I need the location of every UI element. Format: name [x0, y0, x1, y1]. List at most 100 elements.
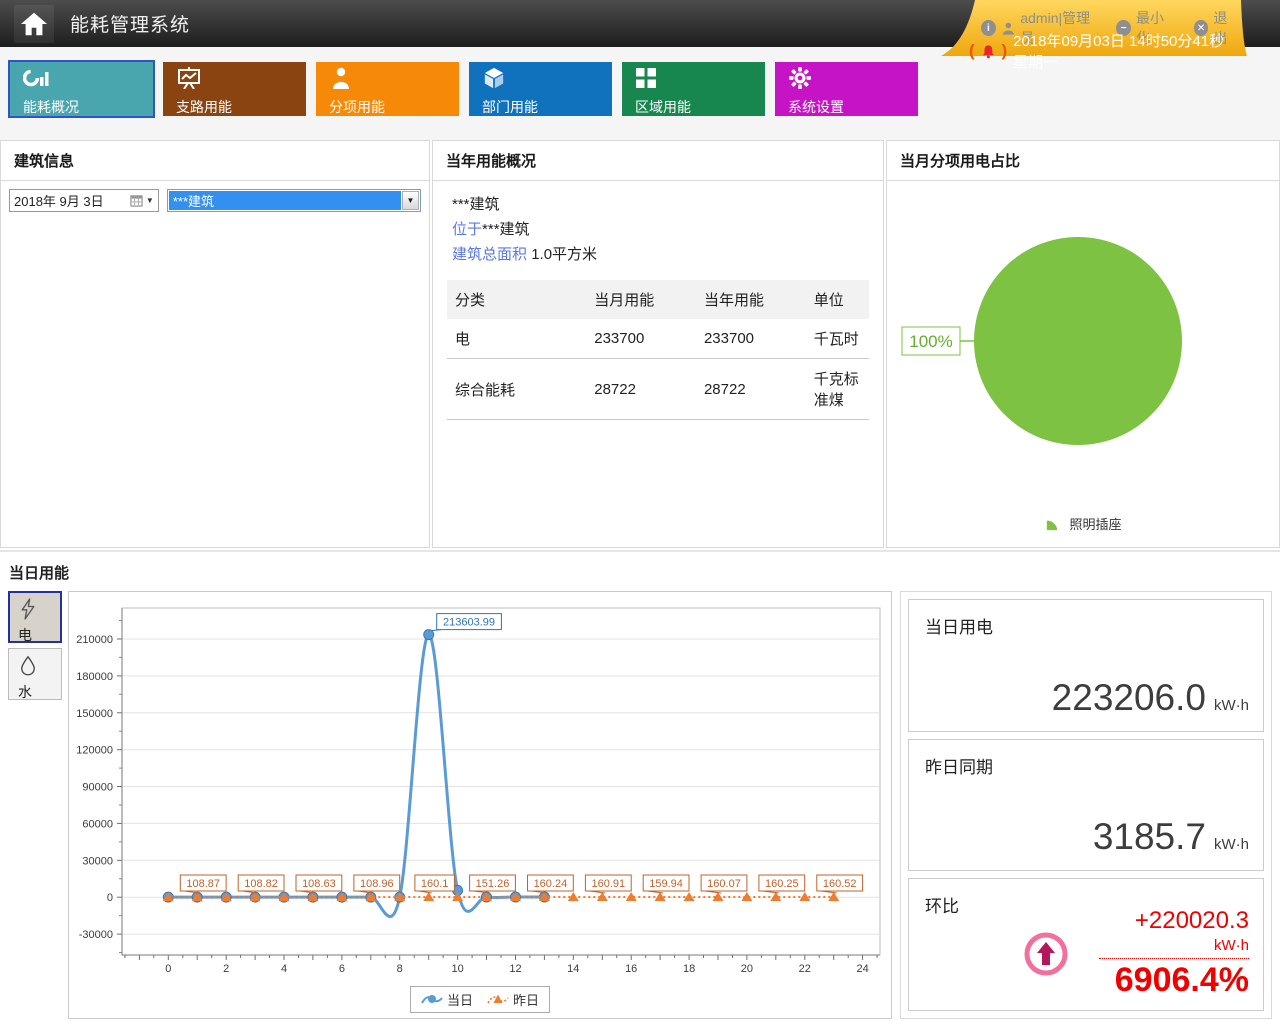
nav-tile-label: 系统设置	[788, 97, 918, 117]
ratio-percent-value: 6906.4%	[1099, 961, 1249, 1000]
presentation-chart-icon	[176, 67, 202, 89]
stat-unit: kW·h	[1214, 836, 1249, 853]
data-label: 160.91	[591, 878, 625, 890]
legend-item-today[interactable]: 当日	[421, 990, 473, 1009]
date-picker-dropdown-icon[interactable]: ▼	[146, 196, 154, 205]
nav-tile-subitem-energy[interactable]: 分项用能	[316, 62, 459, 116]
ratio-divider	[1099, 958, 1249, 959]
y-tick-label: 30000	[82, 855, 113, 867]
building-select[interactable]: ***建筑 ▼	[167, 189, 421, 212]
x-tick-label: 10	[451, 963, 463, 975]
cell-month-value: 28722	[586, 359, 696, 420]
y-tick-label: 210000	[76, 634, 113, 646]
donut-chart-icon	[23, 67, 49, 89]
date-picker[interactable]: 2018年 9月 3日 ▼	[9, 189, 159, 212]
stat-card-ratio: 环比 +220020.3 kW·h 6906.4%	[908, 878, 1264, 1011]
x-tick-label: 14	[567, 963, 579, 975]
alarm-bell-icon[interactable]	[981, 43, 996, 60]
x-tick-label: 22	[799, 963, 811, 975]
stat-value: 3185.7	[1093, 816, 1206, 858]
page-title: 能耗管理系统	[70, 10, 190, 37]
nav-tile-system-settings[interactable]: 系统设置	[775, 62, 918, 116]
y-tick-label: 150000	[76, 708, 113, 720]
data-label: 108.63	[302, 878, 336, 890]
area-value: 1.0平方米	[531, 246, 597, 263]
home-icon[interactable]	[14, 5, 54, 43]
nav-tile-label: 支路用能	[176, 97, 306, 117]
stat-card-today-electricity: 当日用电 223206.0 kW·h	[908, 599, 1264, 732]
data-label: 160.1	[421, 878, 449, 890]
nav-tile-area-energy[interactable]: 区域用能	[622, 62, 765, 116]
date-picker-value: 2018年 9月 3日	[14, 191, 130, 210]
pie-slice-lighting	[974, 237, 1182, 445]
daily-stats-panel: 当日用电 223206.0 kW·h 昨日同期 3185.7 kW·h 环比	[900, 591, 1272, 1019]
y-tick-label: 60000	[82, 818, 113, 830]
table-header-row: 分类 当月用能 当年用能 单位	[447, 280, 869, 319]
stat-title: 当日用电	[909, 600, 1263, 638]
nav-tile-branch-energy[interactable]: 支路用能	[163, 62, 306, 116]
up-arrow-icon	[1021, 929, 1071, 979]
today-series-icon	[421, 993, 443, 1006]
data-label: 160.07	[707, 878, 741, 890]
x-tick-label: 4	[281, 963, 287, 975]
tab-water[interactable]: 水	[8, 648, 62, 700]
nav-tile-energy-overview[interactable]: 能耗概况	[10, 62, 153, 116]
data-label: 213603.99	[443, 617, 495, 629]
data-label: 151.26	[476, 878, 510, 890]
table-row: 综合能耗 28722 28722 千克标准煤	[447, 359, 869, 420]
top-bar: 能耗管理系统 i admin|管理员 − 最小化 ✕ 退出 (	[0, 0, 1280, 47]
y-tick-label: 90000	[82, 782, 113, 794]
alarm-paren-left: (	[969, 41, 975, 61]
data-label: 160.24	[534, 878, 568, 890]
cell-unit: 千瓦时	[806, 319, 869, 359]
located-label: 位于	[452, 221, 482, 238]
y-tick-label: 180000	[76, 671, 113, 683]
cell-category: 综合能耗	[447, 359, 586, 420]
col-header-month: 当月用能	[586, 280, 696, 319]
nav-tile-label: 部门用能	[482, 97, 612, 117]
area-label: 建筑总面积	[452, 246, 527, 263]
pie-legend[interactable]: 照明插座	[887, 514, 1279, 533]
pie-panel-title: 当月分项用电占比	[887, 141, 1279, 180]
data-label: 159.94	[649, 878, 683, 890]
daily-usage-chart: -300000300006000090000120000150000180000…	[69, 592, 891, 984]
pie-legend-label: 照明插座	[1069, 514, 1121, 533]
chart-legend: 当日 昨日	[410, 986, 550, 1013]
stat-unit: kW·h	[1214, 697, 1249, 714]
year-usage-table: 分类 当月用能 当年用能 单位 电 233700 233700 千瓦时 综合能耗	[447, 280, 869, 420]
building-info-panel: 建筑信息 2018年 9月 3日 ▼ ***建筑 ▼	[0, 140, 430, 548]
cell-year-value: 233700	[696, 319, 806, 359]
legend-today-label: 当日	[447, 990, 473, 1009]
pie-chart: 100%	[887, 181, 1279, 511]
legend-item-yesterday[interactable]: 昨日	[487, 990, 539, 1009]
stat-value: 223206.0	[1052, 677, 1206, 719]
daily-usage-section: 当日用能 电 水 -300000300006000090000120000150…	[0, 550, 1280, 1024]
water-drop-icon	[18, 654, 38, 678]
legend-yesterday-label: 昨日	[513, 990, 539, 1009]
data-label: 160.52	[823, 878, 857, 890]
gear-icon	[788, 67, 812, 89]
nav-tile-department-energy[interactable]: 部门用能	[469, 62, 612, 116]
plot-area	[122, 608, 880, 955]
datetime-label: 2018年09月03日 14时50分41秒 星期一	[1013, 30, 1239, 72]
y-tick-label: 120000	[76, 745, 113, 757]
daily-usage-title: 当日用能	[0, 552, 1280, 591]
building-select-value: ***建筑	[169, 191, 401, 210]
x-tick-label: 16	[625, 963, 637, 975]
alarm-paren-right: )	[1001, 41, 1007, 61]
grid-icon	[635, 67, 657, 89]
building-select-dropdown-icon[interactable]: ▼	[402, 191, 419, 210]
tab-electricity[interactable]: 电	[8, 591, 62, 643]
located-value: ***建筑	[482, 221, 530, 238]
ribbon-datetime-row: ( ) 2018年09月03日 14时50分41秒 星期一	[969, 30, 1239, 72]
cell-month-value: 233700	[586, 319, 696, 359]
data-label: 108.96	[360, 878, 394, 890]
x-tick-label: 0	[165, 963, 171, 975]
data-label: 108.87	[186, 878, 220, 890]
x-tick-label: 24	[856, 963, 868, 975]
x-tick-label: 6	[339, 963, 345, 975]
lightning-icon	[18, 597, 38, 621]
x-tick-label: 8	[397, 963, 403, 975]
col-header-year: 当年用能	[696, 280, 806, 319]
pie-percent-label: 100%	[909, 332, 952, 351]
